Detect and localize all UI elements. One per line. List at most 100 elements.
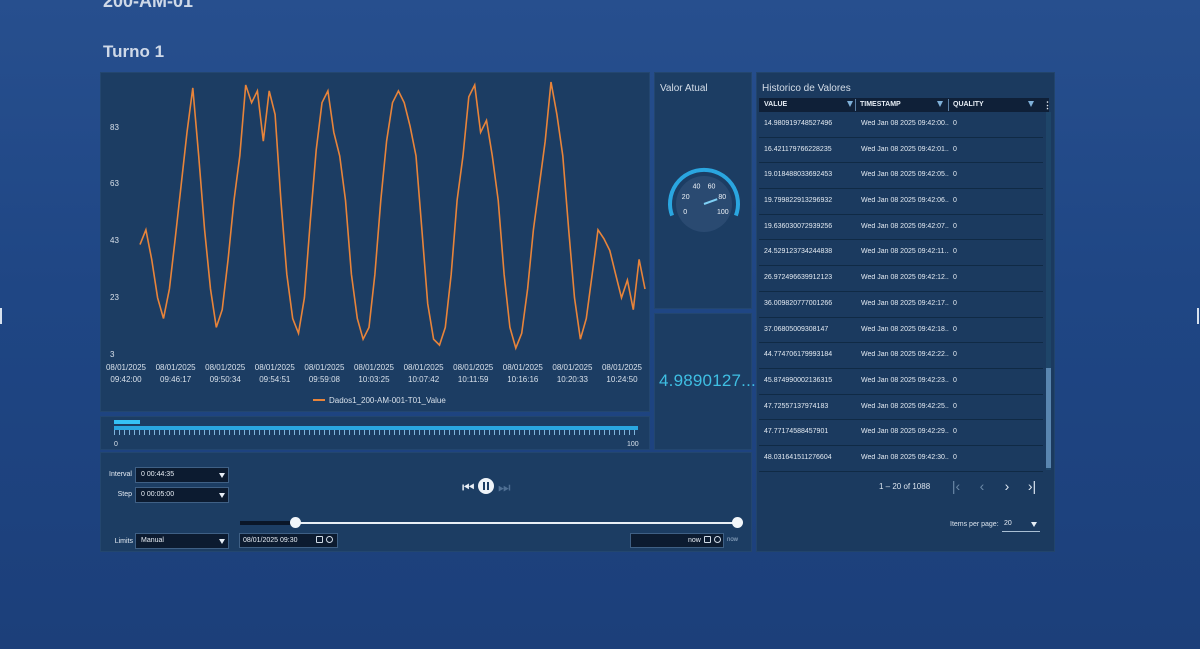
- table-row[interactable]: 36.009820777001266 Wed Jan 08 2025 09:42:…: [759, 292, 1043, 318]
- table-row[interactable]: 19.799822913296932 Wed Jan 08 2025 09:42:…: [759, 189, 1043, 215]
- cell-quality: 0: [953, 376, 957, 384]
- x-tick-date: 08/01/2025: [404, 363, 445, 372]
- cell-timestamp: Wed Jan 08 2025 09:42:12...: [861, 274, 949, 282]
- next-page-icon[interactable]: ›: [997, 474, 1017, 498]
- time-range-track[interactable]: [240, 522, 740, 524]
- chevron-down-icon: [1031, 522, 1037, 527]
- timeline-slider-fill[interactable]: [114, 420, 141, 424]
- table-row[interactable]: 14.980919748527496 Wed Jan 08 2025 09:42:…: [759, 112, 1043, 138]
- x-tick-time: 09:59:08: [309, 375, 341, 384]
- cell-timestamp: Wed Jan 08 2025 09:42:11...: [861, 248, 949, 256]
- table-row[interactable]: 26.972496639912123 Wed Jan 08 2025 09:42:…: [759, 266, 1043, 292]
- cell-quality: 0: [953, 145, 957, 153]
- cell-value: 24.529123734244838: [764, 248, 833, 256]
- cell-quality: 0: [953, 325, 957, 333]
- step-select[interactable]: 0 00:05:00: [135, 487, 229, 503]
- cell-value: 26.972496639912123: [764, 274, 833, 282]
- cell-timestamp: Wed Jan 08 2025 09:42:18...: [861, 325, 949, 333]
- cell-value: 47.72557137974183: [764, 402, 829, 410]
- gauge-label: 100: [717, 209, 729, 216]
- skip-forward-icon[interactable]: ⏭: [498, 479, 511, 496]
- start-date-field[interactable]: 08/01/2025 09:30: [239, 533, 338, 548]
- time-range-before: [240, 521, 295, 525]
- step-value: 0 00:05:00: [141, 491, 175, 498]
- pause-button[interactable]: [478, 478, 494, 494]
- history-table-header: VALUE TIMESTAMP QUALITY ⋮: [759, 98, 1052, 112]
- table-row[interactable]: 37.06805009308147 Wed Jan 08 2025 09:42:1…: [759, 318, 1043, 344]
- items-per-page-select[interactable]: 20: [1002, 517, 1040, 532]
- skip-back-icon[interactable]: ⏮: [462, 479, 475, 496]
- cell-value: 19.018488033692453: [764, 171, 833, 179]
- x-tick-date: 08/01/2025: [602, 363, 643, 372]
- right-edge-handle: [1197, 308, 1199, 324]
- table-row[interactable]: 47.7717458845790​1 Wed Jan 08 2025 09:42:…: [759, 420, 1043, 446]
- gauge-label: 60: [708, 184, 716, 191]
- calendar-icon[interactable]: [704, 536, 711, 543]
- cell-timestamp: Wed Jan 08 2025 09:42:25...: [861, 402, 949, 410]
- calendar-icon[interactable]: [316, 536, 323, 543]
- trend-chart: 83 63 43 23 3 08/01/2025 09:42:00 08/01/2025 09…: [106, 81, 646, 405]
- cell-timestamp: Wed Jan 08 2025 09:42:01...: [861, 145, 949, 153]
- range-start-handle[interactable]: [290, 517, 301, 528]
- clock-icon[interactable]: [714, 536, 721, 543]
- table-row[interactable]: 16.421179766228235 Wed Jan 08 2025 09:42:…: [759, 138, 1043, 164]
- history-scroll-thumb[interactable]: [1046, 368, 1051, 468]
- clock-icon[interactable]: [326, 536, 333, 543]
- cell-quality: 0: [953, 351, 957, 359]
- cell-quality: 0: [953, 428, 957, 436]
- first-page-icon[interactable]: |‹: [946, 474, 966, 498]
- column-header-quality[interactable]: QUALITY: [953, 98, 984, 112]
- limits-select[interactable]: Manual: [135, 533, 229, 549]
- legend-label[interactable]: Dados1_200-AM-001-T01_Value: [329, 396, 446, 405]
- x-tick-date: 08/01/2025: [552, 363, 593, 372]
- cell-value: 44.774706179993184: [764, 351, 833, 359]
- table-row[interactable]: 48.031641511276604 Wed Jan 08 2025 09:42:…: [759, 446, 1043, 472]
- cell-timestamp: Wed Jan 08 2025 09:42:06...: [861, 197, 949, 205]
- interval-select[interactable]: 0 00:44:35: [135, 467, 229, 483]
- last-page-icon[interactable]: ›|: [1022, 474, 1042, 498]
- previous-page-icon[interactable]: ‹: [972, 474, 992, 498]
- filter-icon[interactable]: [847, 101, 853, 107]
- history-scrollbar[interactable]: [1046, 112, 1051, 470]
- x-tick-time: 10:24:50: [606, 375, 638, 384]
- filter-icon[interactable]: [1028, 101, 1034, 107]
- limits-value: Manual: [141, 537, 164, 544]
- filter-icon[interactable]: [937, 101, 943, 107]
- pager-range: 1 – 20 of 1088: [879, 482, 931, 491]
- cell-timestamp: Wed Jan 08 2025 09:42:00...: [861, 120, 949, 127]
- column-menu-icon[interactable]: ⋮: [1043, 98, 1052, 112]
- gauge-label: 40: [693, 184, 701, 191]
- table-row[interactable]: 45.874990002136315 Wed Jan 08 2025 09:42:…: [759, 369, 1043, 395]
- history-table-body: 14.980919748527496 Wed Jan 08 2025 09:42:…: [759, 112, 1043, 472]
- page-title: 200-AM-01: [103, 0, 194, 11]
- playback-controls-panel: Interval 0 00:44:35 Step 0 00:05:00 Limi…: [100, 452, 752, 552]
- series-line: [139, 81, 646, 351]
- end-date-field[interactable]: now: [630, 533, 724, 548]
- table-row[interactable]: 24.529123734244838 Wed Jan 08 2025 09:42:…: [759, 240, 1043, 267]
- x-tick-time: 09:54:51: [259, 375, 291, 384]
- items-per-page-label: Items per page:: [950, 521, 999, 528]
- column-header-timestamp[interactable]: TIMESTAMP: [860, 98, 901, 112]
- cell-timestamp: Wed Jan 08 2025 09:42:30...: [861, 453, 949, 461]
- now-suffix[interactable]: now: [727, 537, 738, 543]
- table-row[interactable]: 44.774706179993184 Wed Jan 08 2025 09:42:…: [759, 343, 1043, 369]
- limits-label: Limits: [114, 538, 133, 545]
- items-per-page-value: 20: [1004, 520, 1012, 527]
- table-row[interactable]: 19.018488033692453 Wed Jan 08 2025 09:42:…: [759, 163, 1043, 190]
- cell-timestamp: Wed Jan 08 2025 09:42:23...: [861, 376, 949, 384]
- cell-quality: 0: [953, 299, 957, 307]
- table-row[interactable]: 19.636030072939256 Wed Jan 08 2025 09:42:…: [759, 215, 1043, 241]
- range-end-handle[interactable]: [732, 517, 743, 528]
- pause-icon: [487, 482, 489, 490]
- gauge-label: 20: [682, 194, 690, 201]
- current-value-panel: 4.9890127...: [654, 313, 756, 450]
- slider-max-label: 100: [627, 441, 639, 448]
- table-row[interactable]: 47.72557137974183 Wed Jan 08 2025 09:42:2…: [759, 395, 1043, 421]
- step-label: Step: [117, 491, 132, 498]
- x-tick-date: 08/01/2025: [255, 363, 296, 372]
- history-title: Historico de Valores: [762, 83, 851, 94]
- history-panel: Historico de Valores VALUE TIMESTAMP QUA…: [756, 72, 1055, 552]
- x-tick-time: 10:20:33: [557, 375, 589, 384]
- column-header-value[interactable]: VALUE: [764, 98, 787, 112]
- shift-title: Turno 1: [103, 42, 165, 61]
